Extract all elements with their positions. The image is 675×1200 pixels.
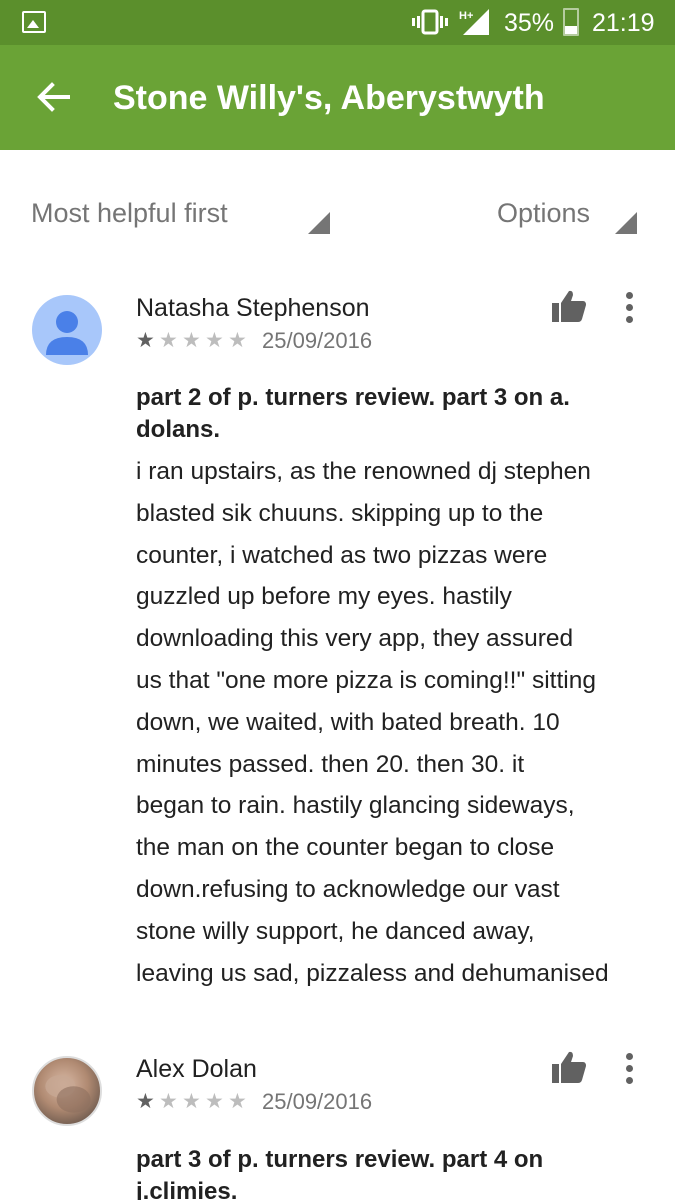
thumbs-up-icon[interactable] [551, 1050, 587, 1084]
star-rating: ★ ★ ★ ★ ★ [136, 330, 254, 352]
review-body-line: counter, i watched as two pizzas were [136, 541, 548, 569]
avatar[interactable] [32, 1056, 102, 1126]
sort-dropdown-label: Most helpful first [31, 198, 228, 228]
review-body: i ran upstairs, as the renowned dj steph… [136, 451, 641, 994]
review-body-line: minutes passed. then 20. then 30. it [136, 750, 525, 778]
review-body-line: us that "one more pizza is coming!!" sit… [136, 666, 596, 694]
review-body-line: guzzled up before my eyes. hastily [136, 583, 512, 611]
star-filled-icon: ★ [136, 329, 155, 352]
star-empty-icon: ★ [159, 1090, 178, 1113]
review-body-line: blasted sik chuuns. skipping up to the [136, 499, 544, 527]
star-filled-icon: ★ [136, 1090, 155, 1113]
review-date: 25/09/2016 [262, 328, 373, 353]
battery-icon [563, 8, 579, 36]
review-title: part 3 of p. turners review. part 4 on j… [136, 1146, 544, 1200]
sort-dropdown[interactable]: Most helpful first [31, 195, 330, 234]
review-body-line: the man on the counter began to close [136, 834, 555, 862]
network-type-label: H+ [459, 10, 473, 22]
gallery-icon [22, 11, 46, 33]
star-empty-icon: ★ [159, 329, 178, 352]
review-body-line: leaving us sad, pizzaless and dehumanise… [136, 959, 609, 987]
review-body-line: began to rain. hastily glancing sideways… [136, 792, 575, 820]
review-body-line: downloading this very app, they assured [136, 625, 574, 653]
star-empty-icon: ★ [228, 1090, 247, 1113]
review-body-line: down.refusing to acknowledge our vast [136, 875, 560, 903]
filter-row: Most helpful first Options [0, 150, 675, 260]
dropdown-triangle-icon [615, 212, 637, 234]
options-dropdown[interactable]: Options [497, 195, 637, 234]
review-body-line: stone willy support, he danced away, [136, 917, 535, 945]
star-empty-icon: ★ [228, 329, 247, 352]
avatar[interactable] [32, 295, 102, 365]
star-empty-icon: ★ [182, 329, 201, 352]
status-bar: H+ 35% 21:19 [0, 0, 675, 45]
review-author: Natasha Stephenson [136, 294, 370, 322]
page-title: Stone Willy's, Aberystwyth [113, 79, 545, 117]
back-arrow-icon[interactable] [34, 78, 72, 116]
review-date: 25/09/2016 [262, 1089, 373, 1114]
star-empty-icon: ★ [205, 329, 224, 352]
profile-photo [45, 1074, 91, 1113]
options-dropdown-label: Options [497, 198, 591, 228]
clock: 21:19 [592, 9, 655, 37]
review-body-line: down, we waited, with bated breath. 10 [136, 708, 560, 736]
person-icon [46, 311, 88, 355]
review-body-line: i ran upstairs, as the renowned dj steph… [136, 458, 591, 485]
signal-icon: H+ [459, 9, 489, 35]
review-author: Alex Dolan [136, 1055, 257, 1083]
battery-percent: 35% [504, 9, 555, 37]
dropdown-triangle-icon [308, 212, 330, 234]
review-title: part 2 of p. turners review. part 3 on a… [136, 384, 570, 443]
star-empty-icon: ★ [182, 1090, 201, 1113]
app-bar: Stone Willy's, Aberystwyth [0, 45, 675, 150]
more-options-icon[interactable] [622, 1053, 636, 1085]
more-options-icon[interactable] [622, 292, 636, 324]
thumbs-up-icon[interactable] [551, 289, 587, 323]
star-rating: ★ ★ ★ ★ ★ [136, 1091, 254, 1113]
vibrate-icon [412, 9, 448, 35]
star-empty-icon: ★ [205, 1090, 224, 1113]
